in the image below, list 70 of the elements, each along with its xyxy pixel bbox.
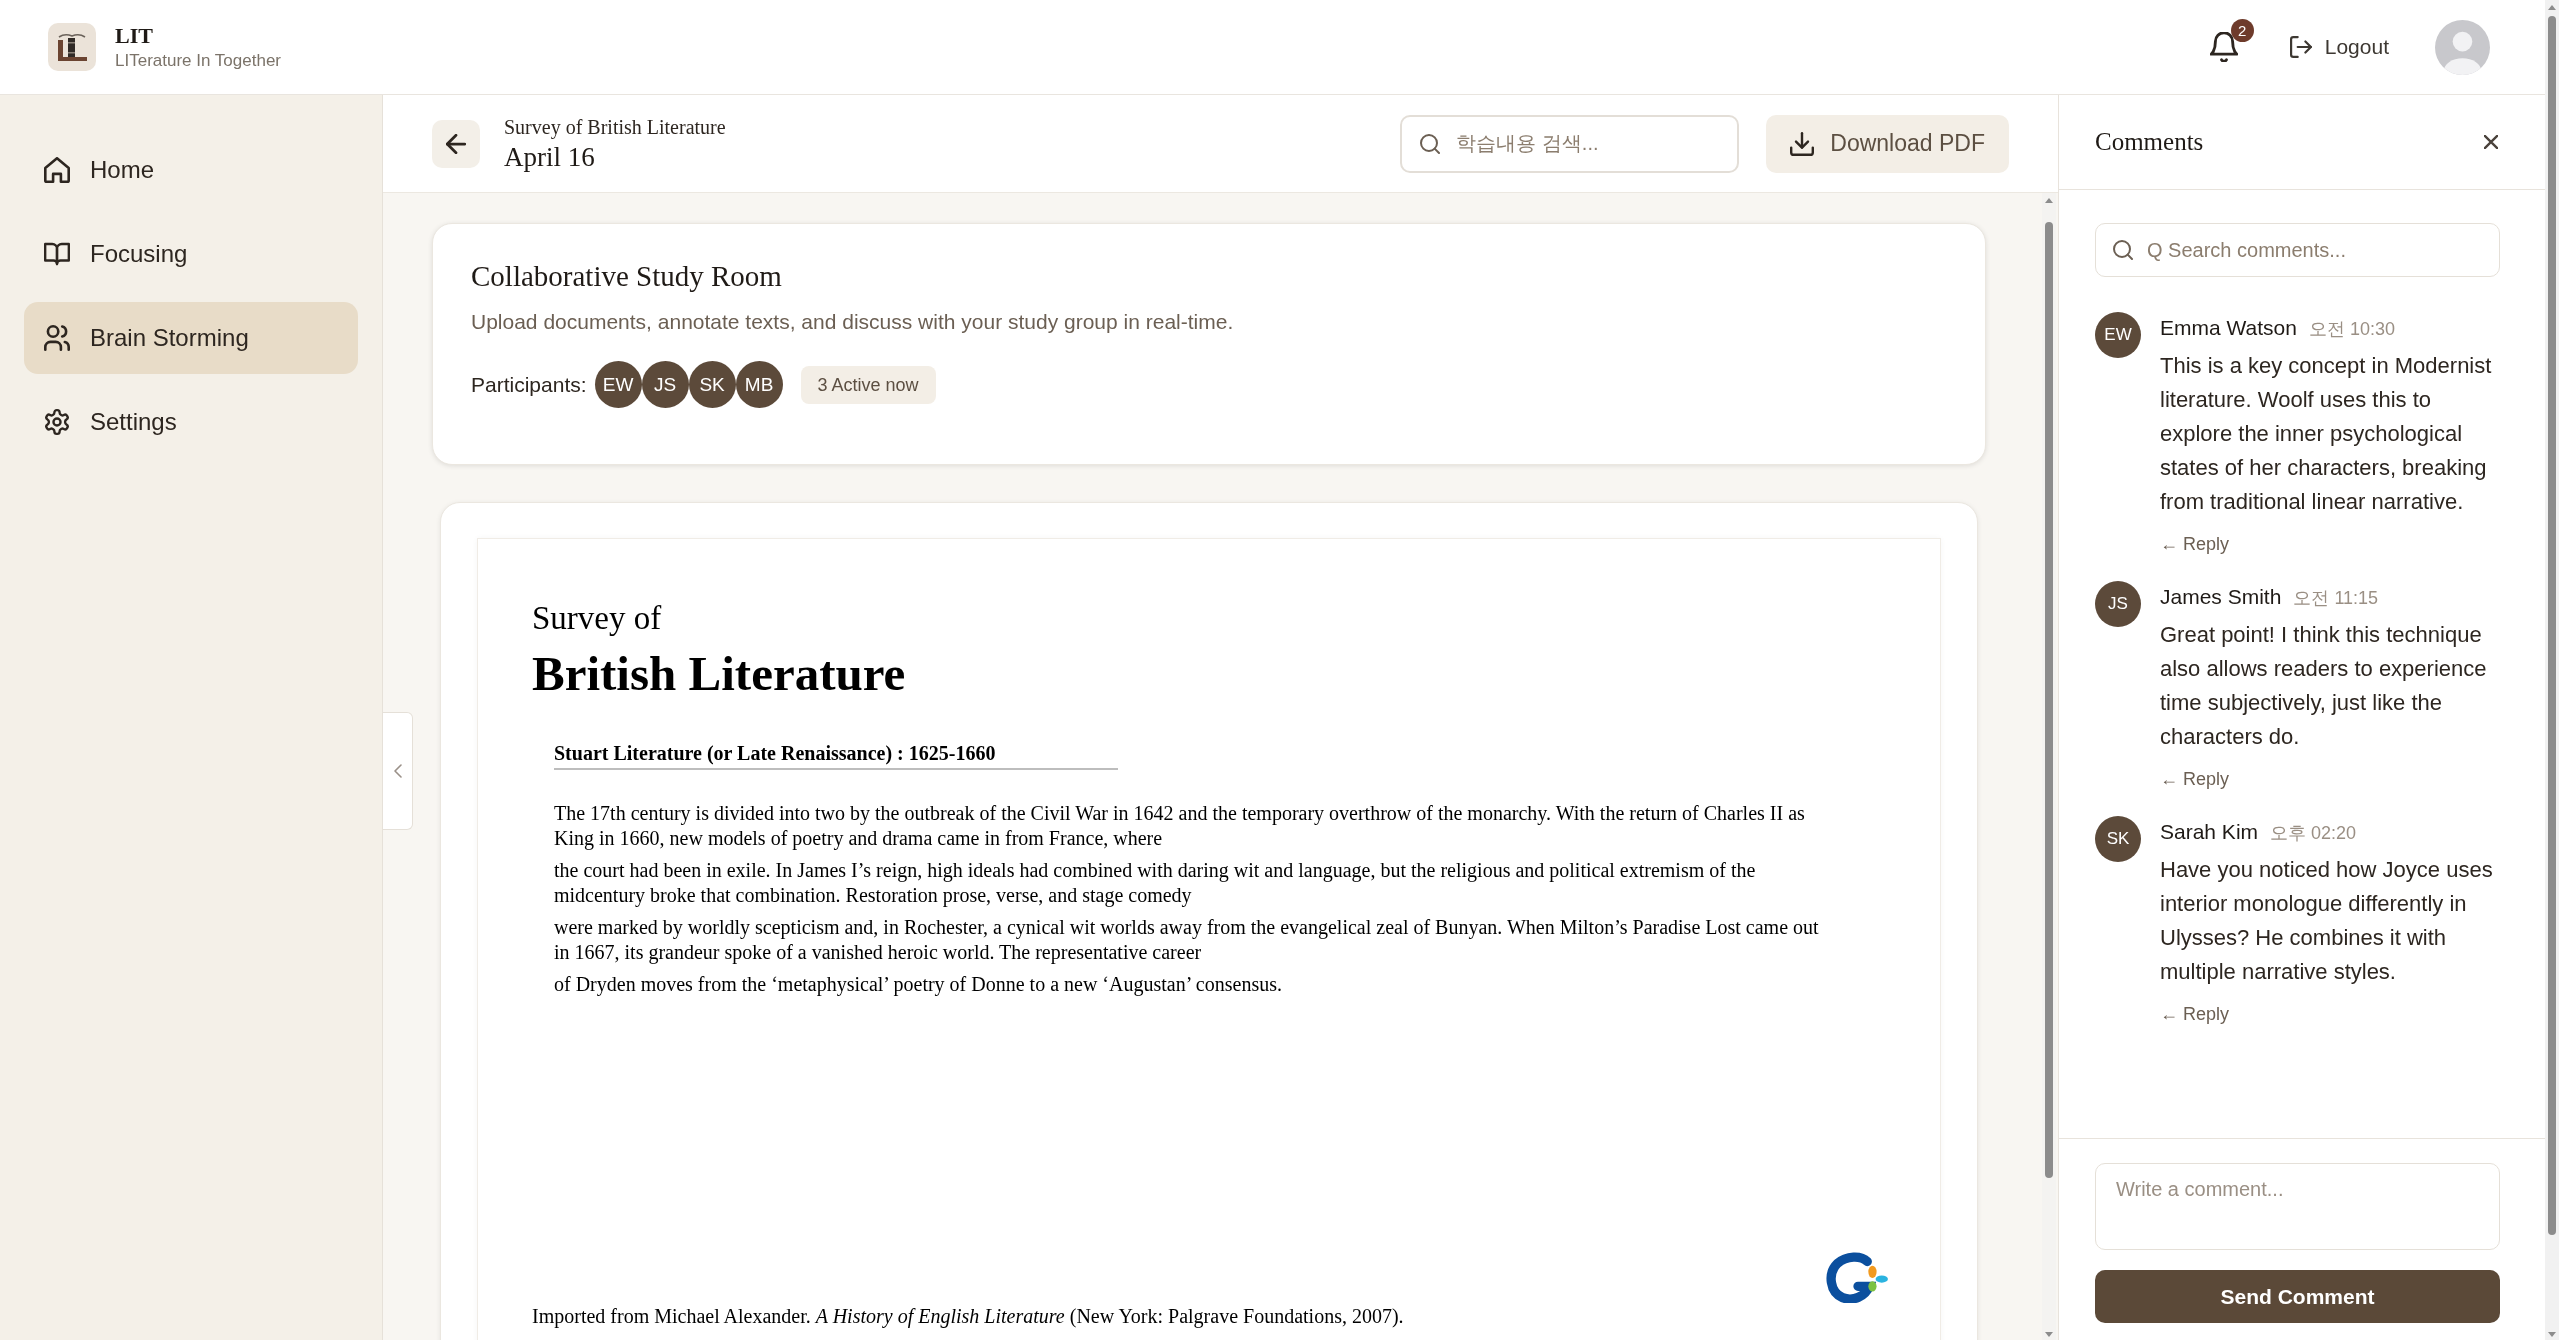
notification-badge: 2 <box>2230 19 2254 42</box>
close-button[interactable] <box>2484 135 2498 149</box>
search-icon <box>2113 240 2133 260</box>
search-icon <box>1420 133 1441 154</box>
back-button[interactable] <box>432 119 480 168</box>
active-count-badge: 3 Active now <box>800 365 936 404</box>
course-title: Survey of British Literature <box>504 114 726 140</box>
search-field[interactable]: 학습내용 검색... <box>1400 114 1740 173</box>
scroll-up-icon[interactable] <box>2045 198 2053 203</box>
profile-avatar[interactable] <box>2435 19 2490 75</box>
participant-avatar: JS <box>641 361 689 408</box>
comment-time: 오전 11:15 <box>2293 587 2379 610</box>
comment-avatar: SK <box>2095 816 2141 862</box>
participant-avatar: MB <box>735 361 783 408</box>
reply-link[interactable]: ← Reply <box>2160 532 2230 556</box>
logo-mark-icon <box>1826 1250 1890 1303</box>
scrollbar-thumb[interactable] <box>2548 16 2556 1235</box>
participant-avatar: EW <box>594 361 642 408</box>
scroll-down-icon[interactable] <box>2045 1332 2053 1337</box>
bell-icon[interactable] <box>2209 32 2238 62</box>
sidebar-item[interactable]: Home <box>24 134 358 206</box>
document-subtitle: Survey of <box>532 599 662 637</box>
close-icon <box>2484 135 2498 149</box>
participant-avatar: SK <box>688 361 736 408</box>
lesson-date: April 16 <box>504 140 595 174</box>
logout-button[interactable]: Logout <box>2289 35 2389 59</box>
scroll-up-icon[interactable] <box>2548 5 2556 10</box>
comment-time: 오후 02:20 <box>2270 822 2357 845</box>
download-pdf-button[interactable]: Download PDF <box>1766 114 2009 173</box>
comment-author: James Smith <box>2160 584 2282 610</box>
logo-icon <box>48 23 96 71</box>
document-paragraph: of Dryden moves from the ‘metaphysical’ poetry of Donne to a new ‘Augustan’ consensus. <box>554 971 1282 997</box>
comment-avatar: JS <box>2095 581 2141 627</box>
participants-label: Participants: <box>471 372 587 397</box>
app-subtitle: LITerature In Together <box>115 50 281 71</box>
document-paragraph: the court had been in exile. In James I’s reign, high ideals had combined with daring wit and language, but the religious and political extremism of the midcentury broke that combination. Restoration prose, verse, and stage comedy <box>554 857 1756 908</box>
document-title: British Literature <box>532 645 906 703</box>
comment-input[interactable]: Write a comment... <box>2095 1163 2500 1250</box>
settings-icon <box>44 409 70 435</box>
reply-link[interactable]: ← Reply <box>2160 767 2230 791</box>
sidebar-item[interactable]: Settings <box>24 386 358 458</box>
room-title: Collaborative Study Room <box>471 259 782 294</box>
book-icon <box>44 241 70 267</box>
send-comment-button[interactable]: Send Comment <box>2095 1270 2500 1323</box>
section-heading: Stuart Literature (or Late Renaissance) : 1625-1660 <box>554 742 996 764</box>
arrow-left-icon <box>446 133 466 154</box>
comment-time: 오전 10:30 <box>2308 318 2395 341</box>
document-paragraph: The 17th century is divided into two by the outbreak of the Civil War in 1642 and the temporary overthrow of the monarchy. With the return of Charles II as King in 1660, new models of poetry and drama came in from France, where <box>554 800 1805 851</box>
room-description: Upload documents, annotate texts, and discuss with your study group in real-time. <box>471 309 1234 335</box>
document-paragraph: were marked by worldly scepticism and, in Rochester, a cynical wit worlds away from the evangelical zeal of Bunyan. When Milton’s Paradise Lost came out in 1667, its grandeur spoke of a vanished heroic world. The representative career <box>554 914 1819 965</box>
comment-author: Emma Watson <box>2160 315 2297 341</box>
comment-text: Have you noticed how Joyce uses interior monologue differently in Ulysses? He combines it with multiple narrative styles. <box>2160 856 2494 986</box>
download-icon <box>1790 131 1815 156</box>
home-icon <box>44 157 70 183</box>
chevron-left-icon <box>393 764 402 778</box>
users-icon <box>44 325 70 351</box>
comments-title: Comments <box>2095 128 2204 156</box>
comment-avatar: EW <box>2095 312 2141 358</box>
comment-search-field[interactable]: Q Search comments... <box>2095 223 2500 277</box>
comment-text: This is a key concept in Modernist literature. Woolf uses this to explore the inner psychological states of her characters, breaking from traditional linear narrative. <box>2160 352 2493 516</box>
scrollbar-thumb[interactable] <box>2045 222 2053 1178</box>
footnote: Imported from Michael Alexander. A History of English Literature (New York: Palgrave Foundations, 2007). <box>532 1304 1404 1327</box>
comment-author: Sarah Kim <box>2160 819 2259 845</box>
logout-icon <box>2289 36 2312 58</box>
sidebar-item[interactable]: Focusing <box>24 218 358 290</box>
reply-link[interactable]: ← Reply <box>2160 1002 2230 1026</box>
app-title: LIT <box>115 23 153 49</box>
sidebar-item[interactable]: Brain Storming <box>24 302 358 374</box>
scroll-down-icon[interactable] <box>2548 1332 2556 1337</box>
comment-text: Great point! I think this technique also allows readers to experience time subjectively, just like the characters do. <box>2160 621 2488 751</box>
